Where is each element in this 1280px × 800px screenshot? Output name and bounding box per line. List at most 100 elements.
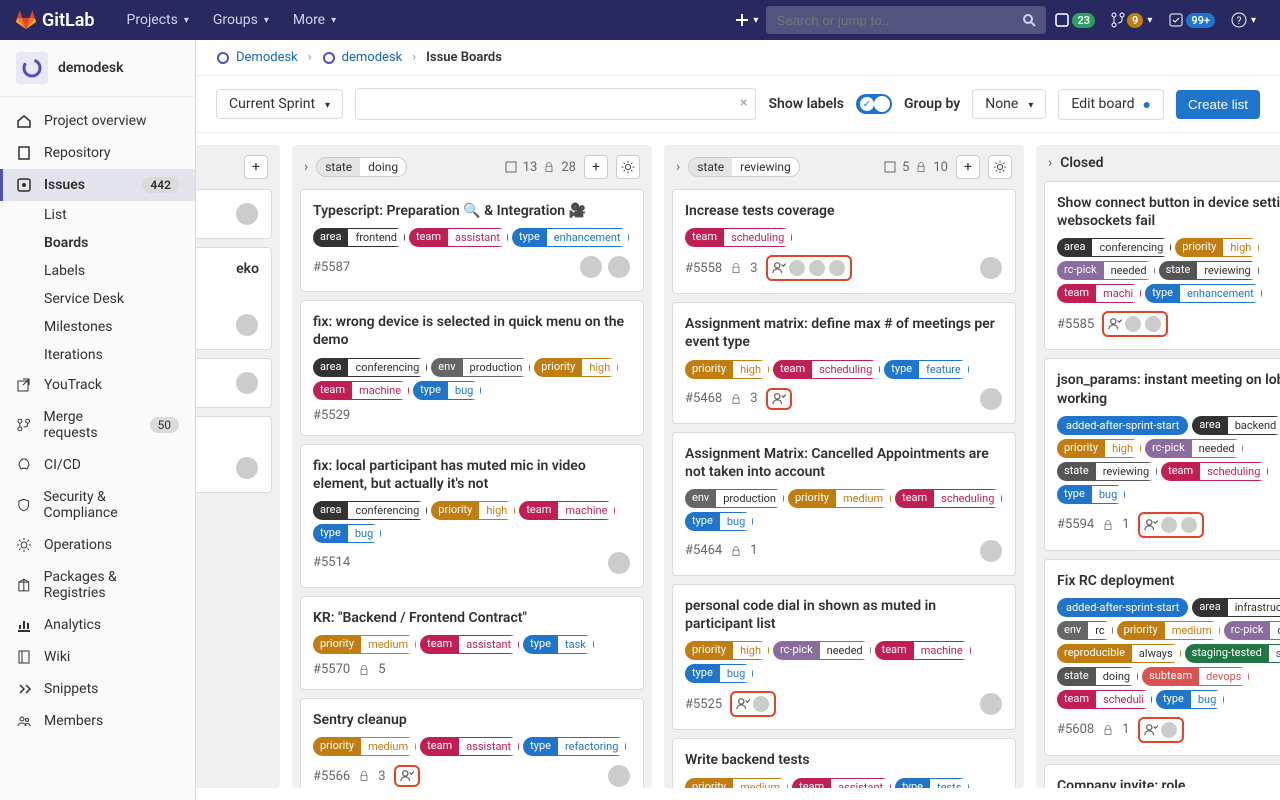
group-by-dropdown[interactable]: None <box>972 89 1046 119</box>
sidebar-item-project-overview[interactable]: Project overview <box>0 105 195 137</box>
nav-groups[interactable]: Groups <box>201 12 281 28</box>
issue-card[interactable]: Write backend testsprioritymediumteamass… <box>672 738 1016 788</box>
avatar[interactable] <box>607 255 631 279</box>
list-settings-button[interactable] <box>988 155 1012 179</box>
issue-card[interactable]: Sentry cleanupprioritymediumteamassistan… <box>300 698 644 788</box>
add-card-button[interactable]: + <box>956 155 980 179</box>
issue-card[interactable]: json_params: instant meeting on lobby no… <box>1044 358 1280 550</box>
assignee-indicator[interactable] <box>730 691 776 717</box>
nav-more[interactable]: More <box>281 12 348 28</box>
todos-shortcut[interactable]: 99+ <box>1160 12 1223 28</box>
create-list-button[interactable]: Create list <box>1176 90 1260 119</box>
sidebar-item-ci-cd[interactable]: CI/CD <box>0 449 195 481</box>
confidential-icon <box>358 770 370 782</box>
assignee-indicator[interactable] <box>766 255 852 281</box>
issue-card[interactable]: Fix RC deploymentadded-after-sprint-star… <box>1044 559 1280 756</box>
help-menu[interactable]: ? <box>1223 12 1264 28</box>
board-filter[interactable]: × <box>355 88 756 120</box>
gitlab-logo[interactable]: GitLab <box>16 10 95 31</box>
issue-card[interactable]: ekoteamine <box>196 247 272 350</box>
sidebar-item-repository[interactable]: Repository <box>0 137 195 169</box>
sidebar-item-analytics[interactable]: Analytics <box>0 609 195 641</box>
sidebar-sub-list[interactable]: List <box>0 201 195 229</box>
avatar[interactable] <box>235 371 259 395</box>
avatar[interactable] <box>979 387 1003 411</box>
avatar[interactable] <box>235 202 259 226</box>
collapse-icon[interactable]: › <box>676 159 680 175</box>
sidebar-item-wiki[interactable]: Wiki <box>0 641 195 673</box>
list-label: statedoing <box>316 157 407 177</box>
avatar[interactable] <box>1160 516 1178 534</box>
collapse-icon[interactable]: › <box>304 159 308 175</box>
issue-card[interactable]: Assignment Matrix: Cancelled Appointment… <box>672 432 1016 576</box>
assignee-indicator[interactable] <box>1138 717 1184 743</box>
collapse-icon[interactable]: › <box>1048 155 1052 171</box>
issue-card[interactable]: Typescript: Preparation 🔍 & Integration … <box>300 189 644 292</box>
sidebar-item-merge-requests[interactable]: Merge requests50 <box>0 401 195 449</box>
issue-card[interactable]: fix: wrong device is selected in quick m… <box>300 300 644 435</box>
avatar[interactable] <box>788 259 806 277</box>
crumb-group[interactable]: Demodesk <box>236 50 298 65</box>
plus-menu[interactable] <box>727 13 766 27</box>
issue-card[interactable]: KR: "Backend / Frontend Contract"priorit… <box>300 596 644 690</box>
issues-shortcut[interactable]: 23 <box>1046 12 1103 28</box>
label-team-assistant: teamassistant <box>420 635 519 654</box>
issue-card[interactable] <box>196 358 272 408</box>
avatar[interactable] <box>235 456 259 480</box>
add-card-button[interactable]: + <box>244 155 268 179</box>
sidebar-sub-labels[interactable]: Labels <box>0 257 195 285</box>
sidebar-sub-boards[interactable]: Boards <box>0 229 195 257</box>
crumb-project[interactable]: demodesk <box>342 50 403 65</box>
avatar[interactable] <box>1124 315 1142 333</box>
avatar[interactable] <box>607 764 631 788</box>
avatar[interactable] <box>979 692 1003 716</box>
issue-card[interactable] <box>196 189 272 239</box>
add-card-button[interactable]: + <box>584 155 608 179</box>
assignee-indicator[interactable] <box>1102 311 1168 337</box>
show-labels-toggle[interactable]: ✓ <box>856 94 892 114</box>
mr-shortcut[interactable]: 9 <box>1103 12 1160 28</box>
board-switcher[interactable]: Current Sprint <box>216 89 343 119</box>
label-team-assistant: teamassistant <box>409 228 508 247</box>
sidebar-sub-service-desk[interactable]: Service Desk <box>0 285 195 313</box>
project-icon <box>216 51 230 65</box>
issue-card[interactable]: teamine <box>196 416 272 493</box>
issue-card[interactable]: Increase tests coverageteamscheduling#55… <box>672 189 1016 294</box>
sidebar-item-packages-registries[interactable]: Packages & Registries <box>0 561 195 609</box>
assignee-indicator[interactable] <box>766 388 792 410</box>
issue-card[interactable]: Assignment matrix: define max # of meeti… <box>672 302 1016 423</box>
project-header[interactable]: demodesk <box>0 40 195 97</box>
avatar[interactable] <box>828 259 846 277</box>
issue-card[interactable]: fix: local participant has muted mic in … <box>300 444 644 588</box>
avatar[interactable] <box>607 551 631 575</box>
avatar[interactable] <box>1160 721 1178 739</box>
issue-card[interactable]: personal code dial in shown as muted in … <box>672 584 1016 730</box>
sidebar-sub-iterations[interactable]: Iterations <box>0 341 195 369</box>
avatar[interactable] <box>808 259 826 277</box>
issue-card[interactable]: Show connect button in device settings i… <box>1044 181 1280 350</box>
avatar[interactable] <box>1180 516 1198 534</box>
search-input[interactable] <box>776 13 1022 28</box>
sidebar-item-operations[interactable]: Operations <box>0 529 195 561</box>
avatar[interactable] <box>579 255 603 279</box>
avatar[interactable] <box>1144 315 1162 333</box>
sidebar-item-youtrack[interactable]: YouTrack <box>0 369 195 401</box>
avatar[interactable] <box>235 313 259 337</box>
sidebar-item-snippets[interactable]: Snippets <box>0 673 195 705</box>
clear-filter-icon[interactable]: × <box>740 95 747 111</box>
sidebar-sub-milestones[interactable]: Milestones <box>0 313 195 341</box>
assignee-indicator[interactable] <box>394 765 420 787</box>
global-search[interactable] <box>766 6 1046 34</box>
avatar[interactable] <box>979 256 1003 280</box>
sidebar-item-security-compliance[interactable]: Security & Compliance <box>0 481 195 529</box>
avatar[interactable] <box>979 539 1003 563</box>
avatar[interactable] <box>752 695 770 713</box>
edit-board-button[interactable]: Edit board● <box>1058 89 1164 120</box>
assignee-indicator[interactable] <box>1138 512 1204 538</box>
issue-card[interactable]: Company invite: roleprioritymediumstagin… <box>1044 764 1280 788</box>
members-icon <box>16 713 32 729</box>
list-settings-button[interactable] <box>616 155 640 179</box>
nav-projects[interactable]: Projects <box>115 12 201 28</box>
sidebar-item-members[interactable]: Members <box>0 705 195 737</box>
sidebar-item-issues[interactable]: Issues442 <box>0 169 195 201</box>
